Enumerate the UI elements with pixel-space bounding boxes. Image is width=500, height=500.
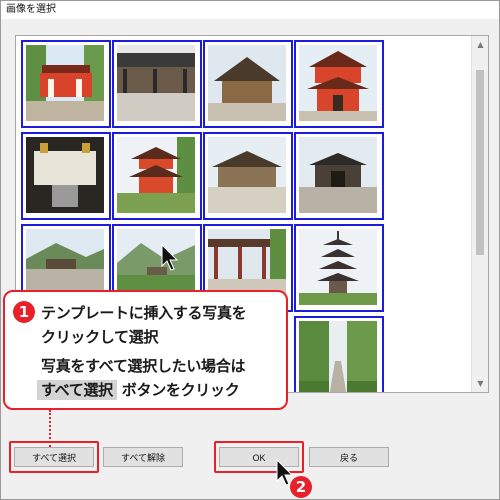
callout-line1: テンプレートに挿入する写真を xyxy=(41,304,247,322)
thumbnail-red-tower-gate[interactable] xyxy=(294,40,384,128)
photo xyxy=(208,137,288,215)
photo xyxy=(208,45,288,123)
window-title: 画像を選択 xyxy=(1,1,499,19)
back-button[interactable]: 戻る xyxy=(309,447,389,467)
thumbnail-temple-gate[interactable] xyxy=(294,132,384,220)
photo xyxy=(299,137,379,215)
callout-connector xyxy=(49,410,51,447)
thumbnail-red-pagoda[interactable] xyxy=(112,132,202,220)
thumbnail-temple-hall[interactable] xyxy=(203,132,293,220)
instruction-callout: 1 テンプレートに挿入する写真を クリックして選択 写真をすべて選択したい場合は… xyxy=(3,290,288,410)
thumbnail-shrine-red-gate[interactable] xyxy=(21,40,111,128)
thumbnail-shrine-hall-interior[interactable] xyxy=(112,40,202,128)
select-all-chip: すべて選択 xyxy=(37,380,117,400)
thumbnail-garden-path[interactable] xyxy=(294,316,384,392)
photo xyxy=(117,45,197,123)
photo xyxy=(299,45,379,123)
select-image-dialog: 画像を選択 ▲ ▼ すべて選択 すべて解除 OK 戻る 1 テンプレートに挿入す… xyxy=(0,0,500,500)
step2-badge: 2 xyxy=(290,476,312,498)
photo xyxy=(26,45,106,123)
scroll-up-icon[interactable]: ▲ xyxy=(472,36,488,53)
deselect-all-button[interactable]: すべて解除 xyxy=(103,447,183,467)
thumbnail-shrine-altar[interactable] xyxy=(21,132,111,220)
gallery-scrollbar[interactable]: ▲ ▼ xyxy=(471,36,488,392)
mouse-cursor-icon xyxy=(161,244,179,271)
step1-badge: 1 xyxy=(13,301,35,323)
photo xyxy=(26,137,106,215)
callout-line2: クリックして選択 xyxy=(41,328,159,346)
thumbnail-five-story-pagoda[interactable] xyxy=(294,224,384,312)
scroll-thumb[interactable] xyxy=(476,70,484,255)
thumbnail-temple-roof[interactable] xyxy=(203,40,293,128)
select-all-highlight xyxy=(9,441,99,473)
callout-line4: すべて選択 ボタンをクリック xyxy=(37,379,240,400)
photo xyxy=(299,321,379,392)
callout-line4-rest: ボタンをクリック xyxy=(121,381,240,399)
photo xyxy=(117,137,197,215)
callout-line3: 写真をすべて選択したい場合は xyxy=(41,357,246,375)
photo xyxy=(299,229,379,307)
scroll-down-icon[interactable]: ▼ xyxy=(472,375,488,392)
